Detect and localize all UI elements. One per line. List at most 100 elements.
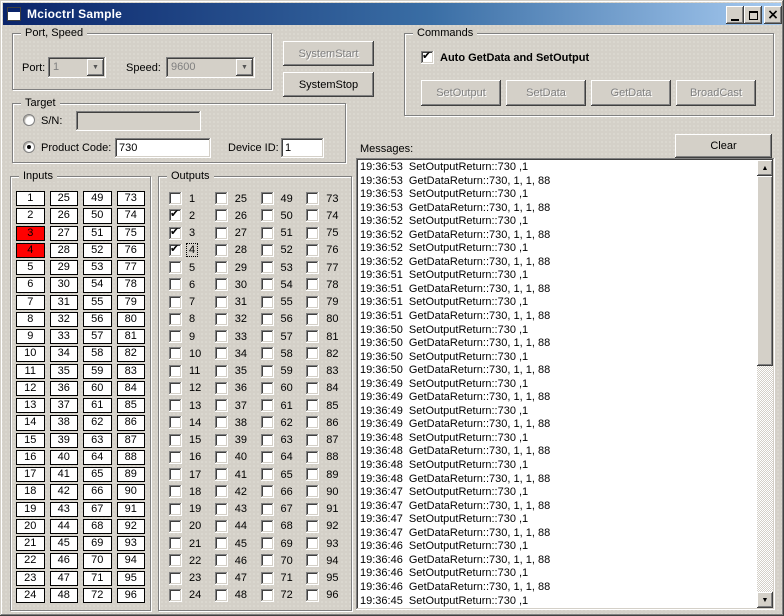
messages-list[interactable]: 19:36:53 SetOutputReturn::730 ,119:36:53… [356, 158, 775, 610]
scrollbar-thumb[interactable] [757, 176, 773, 366]
output-checkbox-62[interactable] [261, 416, 274, 429]
output-checkbox-38[interactable] [215, 416, 228, 429]
output-checkbox-55[interactable] [261, 296, 274, 309]
output-checkbox-35[interactable] [215, 365, 228, 378]
output-checkbox-89[interactable] [306, 468, 319, 481]
output-checkbox-76[interactable] [306, 244, 319, 257]
output-checkbox-91[interactable] [306, 503, 319, 516]
output-checkbox-88[interactable] [306, 451, 319, 464]
output-checkbox-30[interactable] [215, 278, 228, 291]
output-checkbox-45[interactable] [215, 537, 228, 550]
port-combobox[interactable]: 1 ▼ [48, 57, 106, 78]
output-checkbox-71[interactable] [261, 572, 274, 585]
output-checkbox-63[interactable] [261, 434, 274, 447]
output-checkbox-11[interactable] [169, 365, 182, 378]
speed-combobox[interactable]: 9600 ▼ [166, 57, 255, 78]
output-checkbox-70[interactable] [261, 554, 274, 567]
output-checkbox-82[interactable] [306, 347, 319, 360]
output-checkbox-1[interactable] [169, 192, 182, 205]
output-checkbox-59[interactable] [261, 365, 274, 378]
chevron-down-icon[interactable]: ▼ [236, 59, 253, 76]
output-checkbox-54[interactable] [261, 278, 274, 291]
output-checkbox-27[interactable] [215, 227, 228, 240]
output-checkbox-84[interactable] [306, 382, 319, 395]
output-checkbox-19[interactable] [169, 503, 182, 516]
output-checkbox-15[interactable] [169, 434, 182, 447]
output-checkbox-5[interactable] [169, 261, 182, 274]
scroll-up-button[interactable]: ▲ [757, 160, 773, 176]
output-checkbox-20[interactable] [169, 520, 182, 533]
output-checkbox-28[interactable] [215, 244, 228, 257]
output-checkbox-10[interactable] [169, 347, 182, 360]
output-checkbox-68[interactable] [261, 520, 274, 533]
output-checkbox-80[interactable] [306, 313, 319, 326]
output-checkbox-66[interactable] [261, 485, 274, 498]
output-checkbox-85[interactable] [306, 399, 319, 412]
sn-field[interactable] [76, 111, 201, 131]
system-start-button[interactable]: SystemStart [283, 41, 374, 66]
output-checkbox-92[interactable] [306, 520, 319, 533]
output-checkbox-29[interactable] [215, 261, 228, 274]
minimize-button[interactable] [726, 6, 744, 24]
output-checkbox-43[interactable] [215, 503, 228, 516]
output-checkbox-21[interactable] [169, 537, 182, 550]
output-checkbox-31[interactable] [215, 296, 228, 309]
get-data-button[interactable]: GetData [591, 80, 671, 106]
titlebar[interactable]: Mcioctrl Sample [3, 3, 781, 25]
output-checkbox-52[interactable] [261, 244, 274, 257]
output-checkbox-79[interactable] [306, 296, 319, 309]
output-checkbox-75[interactable] [306, 227, 319, 240]
close-button[interactable]: × [764, 6, 782, 24]
chevron-down-icon[interactable]: ▼ [87, 59, 104, 76]
output-checkbox-78[interactable] [306, 278, 319, 291]
output-checkbox-2[interactable]: ✔ [169, 209, 182, 222]
output-checkbox-51[interactable] [261, 227, 274, 240]
output-checkbox-86[interactable] [306, 416, 319, 429]
output-checkbox-36[interactable] [215, 382, 228, 395]
output-checkbox-77[interactable] [306, 261, 319, 274]
output-checkbox-95[interactable] [306, 572, 319, 585]
sn-radio[interactable] [23, 114, 35, 126]
output-checkbox-41[interactable] [215, 468, 228, 481]
output-checkbox-69[interactable] [261, 537, 274, 550]
output-checkbox-67[interactable] [261, 503, 274, 516]
output-checkbox-34[interactable] [215, 347, 228, 360]
output-checkbox-44[interactable] [215, 520, 228, 533]
output-checkbox-56[interactable] [261, 313, 274, 326]
output-checkbox-8[interactable] [169, 313, 182, 326]
output-checkbox-58[interactable] [261, 347, 274, 360]
output-checkbox-39[interactable] [215, 434, 228, 447]
output-checkbox-47[interactable] [215, 572, 228, 585]
output-checkbox-7[interactable] [169, 296, 182, 309]
set-output-button[interactable]: SetOutput [421, 80, 501, 106]
auto-getdata-checkbox[interactable]: ✔ [421, 51, 434, 64]
device-id-field[interactable] [281, 138, 324, 158]
output-checkbox-61[interactable] [261, 399, 274, 412]
output-checkbox-65[interactable] [261, 468, 274, 481]
system-stop-button[interactable]: SystemStop [283, 72, 374, 97]
output-checkbox-23[interactable] [169, 572, 182, 585]
output-checkbox-32[interactable] [215, 313, 228, 326]
output-checkbox-53[interactable] [261, 261, 274, 274]
output-checkbox-42[interactable] [215, 485, 228, 498]
output-checkbox-33[interactable] [215, 330, 228, 343]
clear-button[interactable]: Clear [675, 134, 772, 158]
output-checkbox-50[interactable] [261, 209, 274, 222]
scroll-down-button[interactable]: ▼ [757, 592, 773, 608]
output-checkbox-72[interactable] [261, 589, 274, 602]
output-checkbox-46[interactable] [215, 554, 228, 567]
output-checkbox-37[interactable] [215, 399, 228, 412]
output-checkbox-16[interactable] [169, 451, 182, 464]
output-checkbox-13[interactable] [169, 399, 182, 412]
output-checkbox-17[interactable] [169, 468, 182, 481]
messages-scrollbar[interactable]: ▲ ▼ [757, 160, 773, 608]
output-checkbox-87[interactable] [306, 434, 319, 447]
product-code-field[interactable] [115, 138, 211, 158]
output-checkbox-14[interactable] [169, 416, 182, 429]
maximize-button[interactable] [744, 6, 762, 24]
output-checkbox-93[interactable] [306, 537, 319, 550]
output-checkbox-90[interactable] [306, 485, 319, 498]
output-checkbox-83[interactable] [306, 365, 319, 378]
output-checkbox-3[interactable]: ✔ [169, 227, 182, 240]
output-checkbox-6[interactable] [169, 278, 182, 291]
